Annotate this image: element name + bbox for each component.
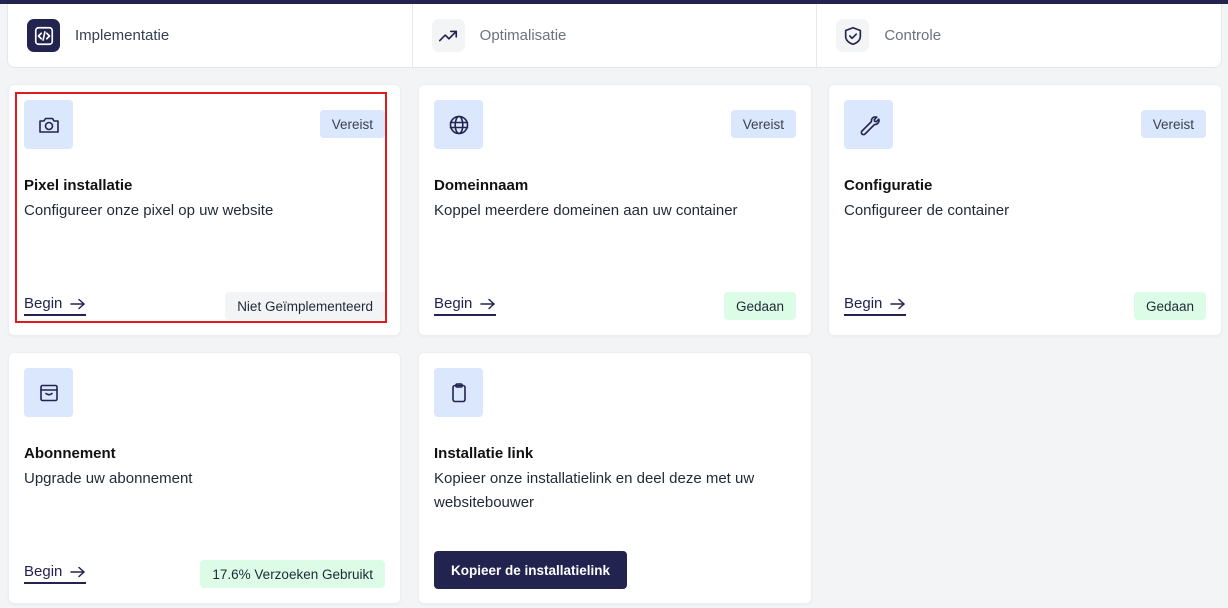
code-icon bbox=[27, 19, 60, 52]
usage-badge: 17.6% Verzoeken Gebruikt bbox=[200, 560, 385, 588]
card-description: Upgrade uw abonnement bbox=[24, 470, 193, 487]
tab-label: Controle bbox=[884, 27, 942, 44]
camera-icon bbox=[24, 100, 73, 149]
begin-label: Begin bbox=[434, 295, 473, 312]
card-pixel-installatie: Vereist Pixel installatie Configureer on… bbox=[8, 84, 401, 336]
required-badge: Vereist bbox=[730, 110, 796, 138]
begin-label: Begin bbox=[24, 295, 63, 312]
tab-label: Implementatie bbox=[75, 27, 170, 44]
arrow-right-icon bbox=[70, 298, 86, 309]
required-badge: Vereist bbox=[319, 110, 385, 138]
tab-implementatie[interactable]: Implementatie bbox=[8, 4, 413, 67]
status-badge: Gedaan bbox=[723, 292, 796, 320]
begin-link[interactable]: Begin bbox=[24, 295, 87, 316]
status-badge: Gedaan bbox=[1133, 292, 1206, 320]
begin-label: Begin bbox=[844, 295, 883, 312]
card-title: Domeinnaam bbox=[434, 177, 529, 194]
card-title: Pixel installatie bbox=[24, 177, 133, 194]
tab-controle[interactable]: Controle bbox=[817, 4, 1221, 67]
card-description: Kopieer onze installatielink en deel dez… bbox=[434, 470, 755, 511]
card-description: Koppel meerdere domeinen aan uw containe… bbox=[434, 202, 738, 219]
arrow-right-icon bbox=[480, 298, 496, 309]
arrow-right-icon bbox=[890, 298, 906, 309]
tab-label: Optimalisatie bbox=[479, 27, 567, 44]
tab-optimalisatie[interactable]: Optimalisatie bbox=[413, 4, 818, 67]
card-abonnement: Abonnement Upgrade uw abonnement Begin 1… bbox=[8, 352, 401, 604]
begin-link[interactable]: Begin bbox=[24, 563, 87, 584]
trending-up-icon bbox=[431, 19, 465, 52]
archive-icon bbox=[24, 368, 73, 417]
card-title: Installatie link bbox=[434, 445, 534, 462]
card-description: Configureer de container bbox=[844, 202, 1010, 219]
required-badge: Vereist bbox=[1140, 110, 1206, 138]
step-tabs: Implementatie Optimalisatie Controle bbox=[7, 4, 1222, 68]
arrow-right-icon bbox=[70, 566, 86, 577]
card-installatie-link: Installatie link Kopieer onze installati… bbox=[418, 352, 812, 604]
card-configuratie: Vereist Configuratie Configureer de cont… bbox=[828, 84, 1222, 336]
status-badge: Niet Geïmplementeerd bbox=[225, 292, 385, 320]
begin-link[interactable]: Begin bbox=[844, 295, 907, 316]
card-title: Configuratie bbox=[844, 177, 933, 194]
card-description: Configureer onze pixel op uw website bbox=[24, 202, 274, 219]
begin-label: Begin bbox=[24, 563, 63, 580]
card-title: Abonnement bbox=[24, 445, 116, 462]
shield-check-icon bbox=[836, 19, 870, 52]
begin-link[interactable]: Begin bbox=[434, 295, 497, 316]
globe-icon bbox=[434, 100, 483, 149]
card-domeinnaam: Vereist Domeinnaam Koppel meerdere domei… bbox=[418, 84, 812, 336]
copy-install-link-button[interactable]: Kopieer de installatielink bbox=[434, 551, 628, 589]
clipboard-icon bbox=[434, 368, 483, 417]
wrench-icon bbox=[844, 100, 893, 149]
